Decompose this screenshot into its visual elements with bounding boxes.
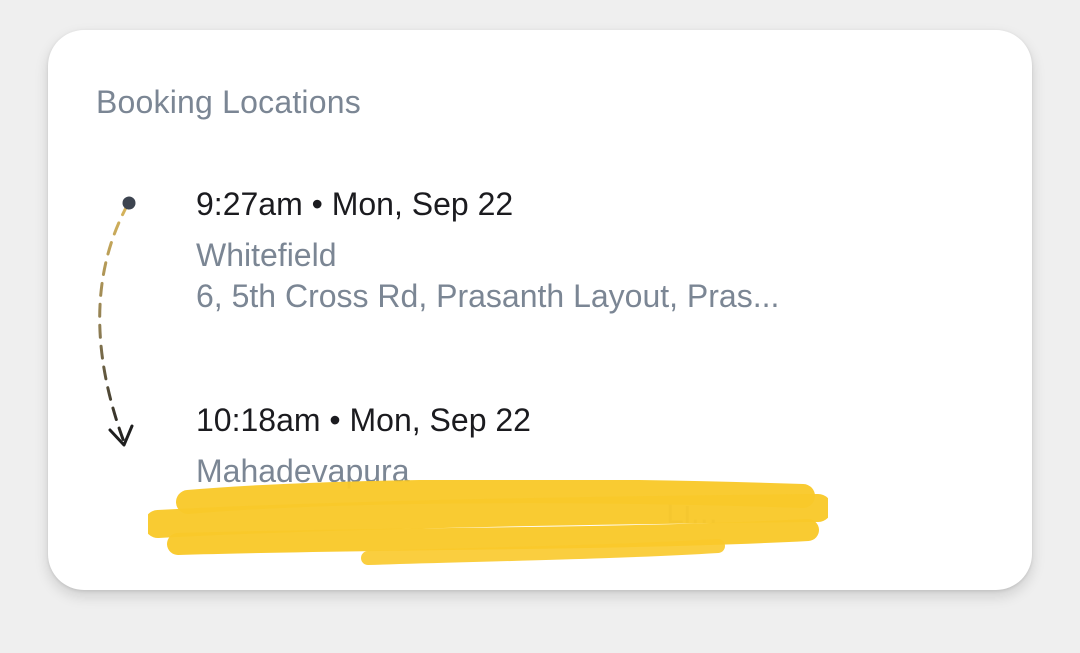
stop-date: Mon, Sep 22 <box>349 402 531 438</box>
card-title: Booking Locations <box>96 84 361 120</box>
stop-location-name: Whitefield <box>196 237 337 273</box>
stop-time: 9:27am <box>196 186 303 222</box>
dot-icon <box>122 196 136 210</box>
booking-locations-card: Booking Locations 9:27am • Mon, Sep 22 W… <box>48 30 1032 590</box>
stop-start: 9:27am • Mon, Sep 22 Whitefield 6, 5th C… <box>196 186 876 315</box>
stop-date: Mon, Sep 22 <box>331 186 514 222</box>
route-dashed-line <box>98 202 130 444</box>
stop-address: Li... <box>666 494 718 530</box>
stop-location-name: Mahadevapura <box>196 453 410 489</box>
stop-end: 10:18am • Mon, Sep 22 Mahadevapura Li... <box>196 402 886 531</box>
bullet-separator: • <box>329 402 341 438</box>
stop-address: 6, 5th Cross Rd, Prasanth Layout, Pras..… <box>196 278 780 314</box>
bullet-separator: • <box>311 186 323 222</box>
route-path-graphic <box>98 196 136 447</box>
stop-datetime: 9:27am • Mon, Sep 22 <box>196 186 876 223</box>
stop-time: 10:18am <box>196 402 321 438</box>
stop-datetime: 10:18am • Mon, Sep 22 <box>196 402 886 439</box>
